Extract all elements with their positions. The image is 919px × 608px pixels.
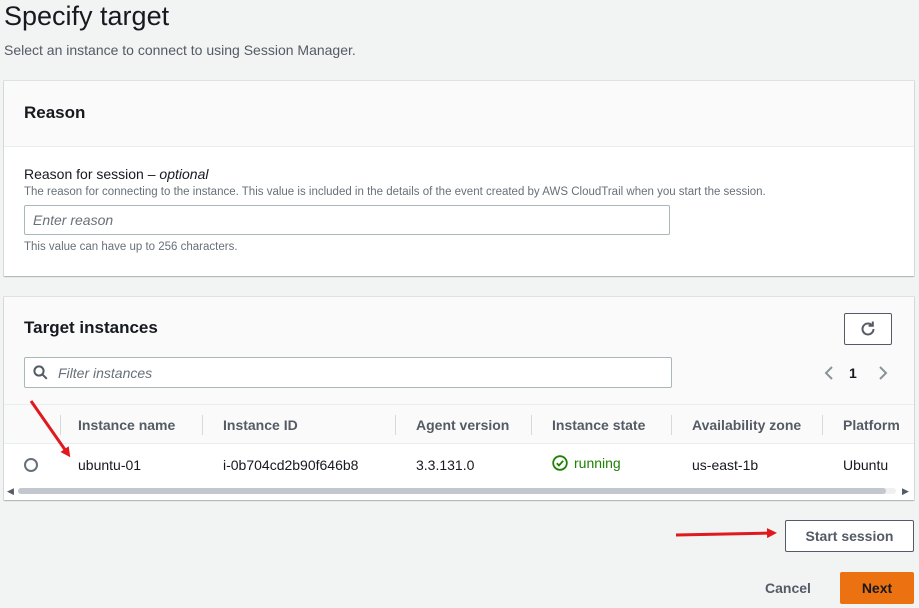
next-button[interactable]: Next (840, 572, 914, 604)
column-divider (395, 415, 396, 435)
column-divider (202, 415, 203, 435)
filter-instances-box (24, 357, 672, 388)
reason-field-label: Reason for session – optional (24, 166, 208, 182)
column-header-instance-name[interactable]: Instance name (78, 417, 175, 433)
page-title: Specify target (4, 1, 170, 31)
cell-agent-version: 3.3.131.0 (416, 457, 475, 473)
column-header-instance-id[interactable]: Instance ID (223, 417, 298, 433)
annotation-arrow-start-session (675, 528, 777, 539)
refresh-icon (859, 320, 877, 338)
table-header: Instance name Instance ID Agent version … (4, 404, 914, 444)
cancel-button[interactable]: Cancel (752, 572, 824, 604)
chevron-left-icon (824, 365, 834, 381)
column-divider (531, 415, 532, 435)
pagination-previous-button[interactable] (822, 363, 836, 383)
cell-platform: Ubuntu (843, 457, 889, 473)
column-header-availability-zone[interactable]: Availability zone (692, 417, 801, 433)
scroll-left-arrow-icon[interactable]: ◀ (7, 486, 14, 497)
cell-availability-zone: us-east-1b (692, 457, 759, 473)
reason-panel-header (4, 81, 914, 147)
reason-label-text: Reason for session (24, 166, 144, 182)
search-icon (33, 365, 48, 380)
reason-label-optional: optional (159, 166, 209, 182)
scrollbar-thumb[interactable] (18, 488, 886, 494)
column-header-instance-state[interactable]: Instance state (552, 417, 645, 433)
instance-state-text: running (574, 455, 621, 471)
horizontal-scrollbar[interactable]: ◀ ▶ (4, 485, 914, 497)
status-success-icon (552, 455, 568, 471)
target-instances-panel: Target instances 1 Instance name Instanc… (4, 297, 914, 500)
table-row[interactable]: ubuntu-01 i-0b704cd2b90f646b8 3.3.131.0 … (4, 444, 914, 484)
cell-instance-name: ubuntu-01 (78, 457, 142, 473)
reason-panel-title: Reason (24, 103, 86, 122)
column-divider (822, 415, 823, 435)
target-instances-title: Target instances (24, 318, 158, 337)
cell-instance-id: i-0b704cd2b90f646b8 (223, 457, 359, 473)
scroll-right-arrow-icon[interactable]: ▶ (902, 486, 909, 497)
start-session-button[interactable]: Start session (785, 520, 914, 552)
column-divider (671, 415, 672, 435)
reason-panel: Reason Reason for session – optional The… (4, 81, 914, 276)
pagination-next-button[interactable] (876, 363, 890, 383)
column-divider (60, 415, 61, 435)
page-subtitle: Select an instance to connect to using S… (4, 42, 356, 58)
cell-instance-state: running (552, 455, 621, 471)
refresh-button[interactable] (844, 313, 892, 345)
chevron-right-icon (878, 365, 888, 381)
reason-input[interactable] (24, 205, 670, 235)
pagination-current-page[interactable]: 1 (849, 365, 857, 381)
instance-select-radio[interactable] (24, 458, 38, 472)
filter-instances-input[interactable] (56, 363, 671, 382)
column-header-agent-version[interactable]: Agent version (416, 417, 509, 433)
reason-field-constraint: This value can have up to 256 characters… (24, 241, 238, 253)
reason-field-description: The reason for connecting to the instanc… (24, 186, 766, 198)
reason-label-separator: – (143, 166, 160, 182)
column-header-platform[interactable]: Platform (843, 417, 900, 433)
